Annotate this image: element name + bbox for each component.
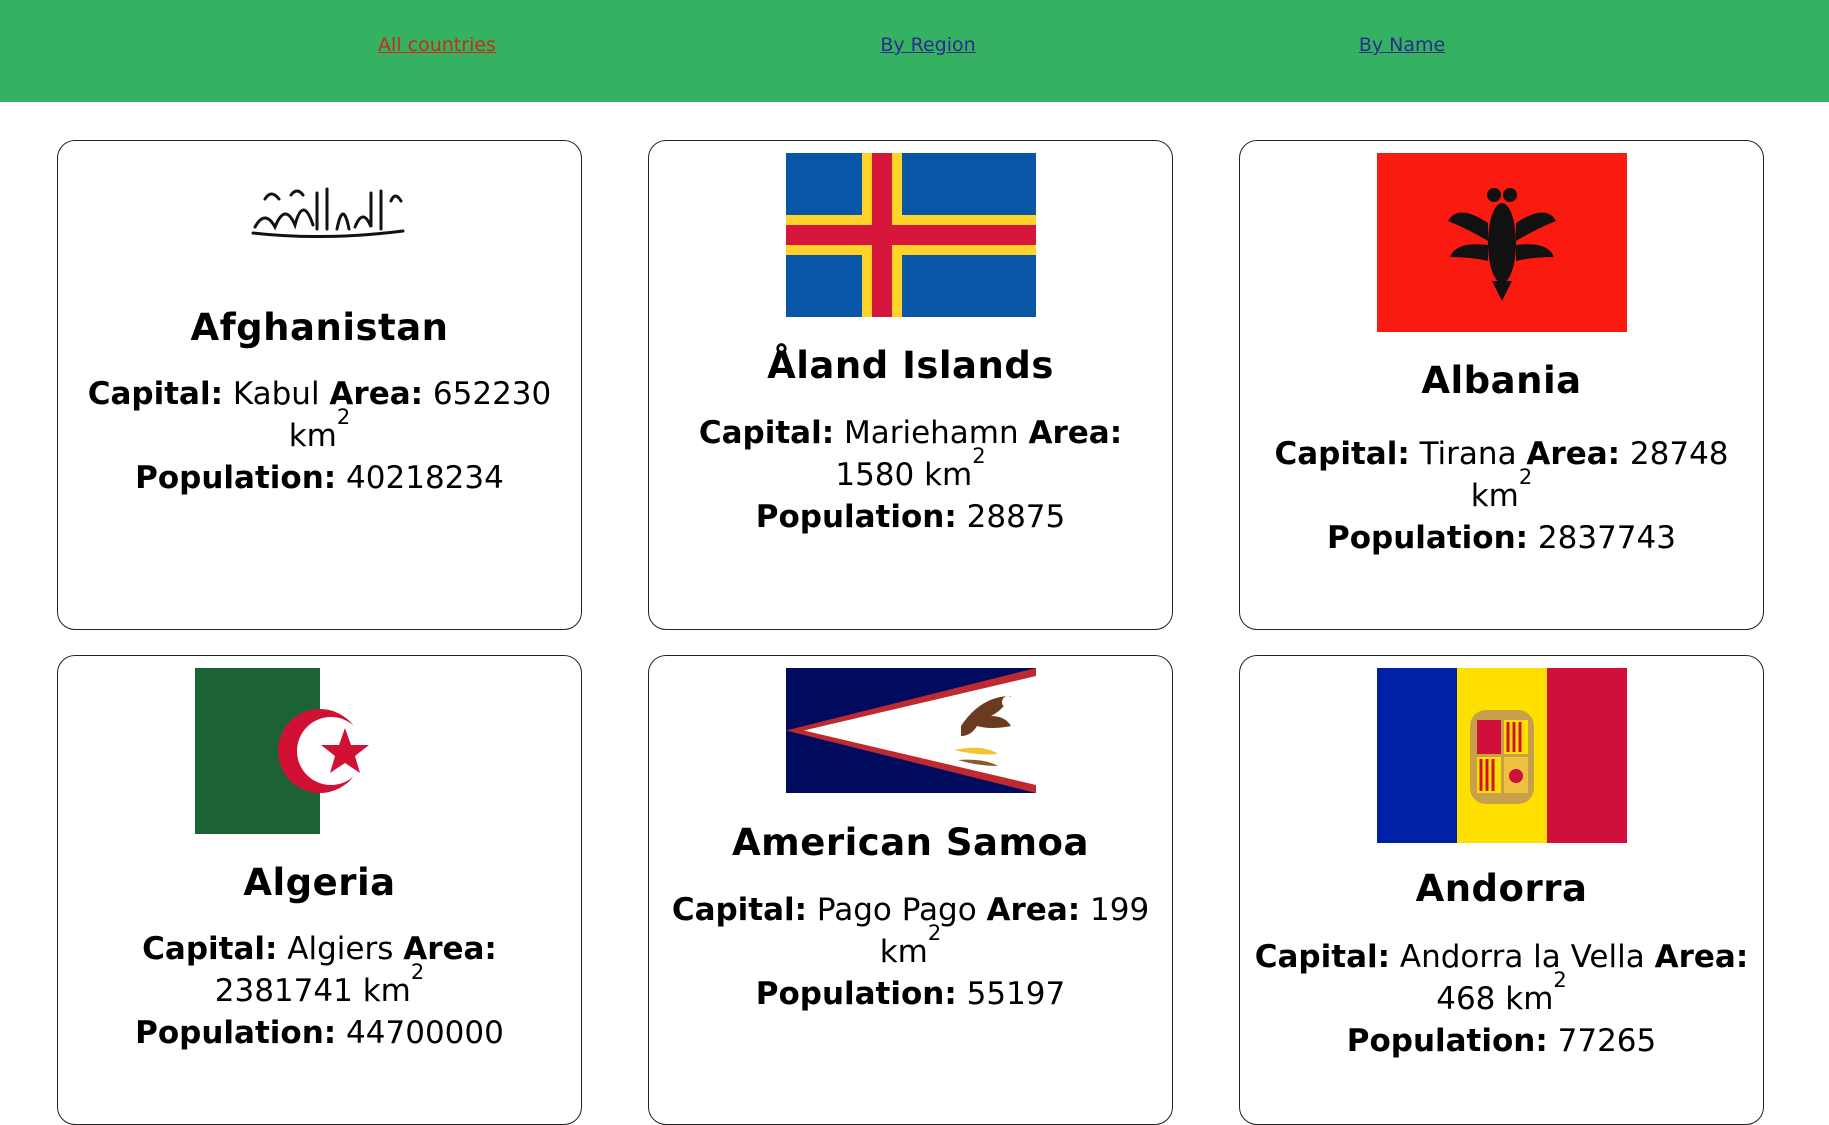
population-value: 2837743: [1537, 520, 1676, 556]
population-value: 55197: [966, 976, 1066, 1012]
capital-value: Tirana: [1419, 436, 1517, 472]
area-unit: km: [924, 457, 973, 493]
country-info: Capital: Mariehamn Area: 1580 km2 Popula…: [663, 412, 1158, 538]
country-name: Algeria: [243, 861, 396, 904]
area-unit: km: [879, 934, 928, 970]
area-value: 28748: [1629, 436, 1729, 472]
area-unit: km: [362, 973, 411, 1009]
country-name: American Samoa: [732, 821, 1089, 864]
capital-label: Capital:: [142, 931, 278, 967]
capital-label: Capital:: [1254, 939, 1391, 975]
country-card-algeria[interactable]: Algeria Capital: Algiers Area: 2381741 k…: [57, 655, 582, 1125]
area-value: 2381741: [214, 973, 353, 1009]
area-unit-exponent: 2: [336, 405, 351, 429]
country-card-albania[interactable]: Albania Capital: Tirana Area: 28748 km2 …: [1239, 140, 1764, 630]
country-card-american-samoa[interactable]: American Samoa Capital: Pago Pago Area: …: [648, 655, 1173, 1125]
andorra-flag-image: [1376, 668, 1627, 843]
area-unit: km: [288, 418, 337, 454]
country-card-afghanistan[interactable]: Afghanistan Capital: Kabul Area: 652230 …: [57, 140, 582, 630]
capital-label: Capital:: [87, 376, 223, 412]
area-unit: km: [1470, 478, 1519, 514]
population-label: Population:: [1327, 520, 1529, 556]
area-value: 652230: [432, 376, 552, 412]
area-unit-exponent: 2: [410, 960, 425, 984]
population-value: 40218234: [346, 460, 504, 496]
capital-value: Mariehamn: [843, 415, 1019, 451]
area-label: Area:: [1654, 939, 1749, 975]
population-label: Population:: [755, 976, 957, 1012]
aland-islands-flag-image: [785, 153, 1036, 317]
area-value: 199: [1090, 892, 1150, 928]
area-value: 468: [1436, 981, 1496, 1017]
top-navigation: All countries By Region By Name: [0, 0, 1829, 102]
capital-value: Algiers: [287, 931, 394, 967]
nav-link-all-countries[interactable]: All countries: [378, 34, 496, 56]
afghanistan-flag-image: [195, 179, 445, 245]
american-samoa-flag-image: [785, 668, 1036, 793]
area-unit: km: [1505, 981, 1554, 1017]
area-label: Area:: [986, 892, 1081, 928]
country-name: Andorra: [1415, 867, 1588, 910]
albania-flag-image: [1376, 153, 1627, 332]
capital-value: Kabul: [232, 376, 320, 412]
country-info: Capital: Algiers Area: 2381741 km2 Popul…: [72, 928, 567, 1054]
area-unit-exponent: 2: [1518, 465, 1533, 489]
country-name: Albania: [1421, 359, 1582, 402]
country-name: Afghanistan: [190, 306, 449, 349]
nav-link-by-region[interactable]: By Region: [880, 34, 975, 56]
population-value: 44700000: [346, 1015, 504, 1051]
country-name: Åland Islands: [767, 344, 1054, 387]
capital-label: Capital:: [1274, 436, 1410, 472]
country-info: Capital: Tirana Area: 28748 km2 Populati…: [1254, 433, 1749, 559]
population-label: Population:: [755, 499, 957, 535]
capital-label: Capital:: [671, 892, 808, 928]
population-label: Population:: [135, 460, 337, 496]
country-info: Capital: Andorra la Vella Area: 468 km2 …: [1254, 936, 1749, 1062]
population-label: Population:: [135, 1015, 337, 1051]
country-info: Capital: Kabul Area: 652230 km2 Populati…: [72, 373, 567, 499]
population-label: Population:: [1346, 1023, 1548, 1059]
algeria-flag-image: [194, 668, 445, 834]
area-unit-exponent: 2: [972, 444, 986, 468]
area-label: Area:: [1028, 415, 1123, 451]
area-unit-exponent: 2: [1553, 968, 1567, 992]
area-label: Area:: [1526, 436, 1621, 472]
capital-label: Capital:: [698, 415, 835, 451]
nav-link-by-name[interactable]: By Name: [1359, 34, 1445, 56]
country-card-aland-islands[interactable]: Åland Islands Capital: Mariehamn Area: 1…: [648, 140, 1173, 630]
population-value: 77265: [1557, 1023, 1657, 1059]
capital-value: Andorra la Vella: [1399, 939, 1645, 975]
area-unit-exponent: 2: [927, 921, 942, 945]
country-card-andorra[interactable]: Andorra Capital: Andorra la Vella Area: …: [1239, 655, 1764, 1125]
capital-value: Pago Pago: [816, 892, 977, 928]
population-value: 28875: [966, 499, 1066, 535]
country-info: Capital: Pago Pago Area: 199 km2 Populat…: [663, 889, 1158, 1015]
area-value: 1580: [835, 457, 915, 493]
